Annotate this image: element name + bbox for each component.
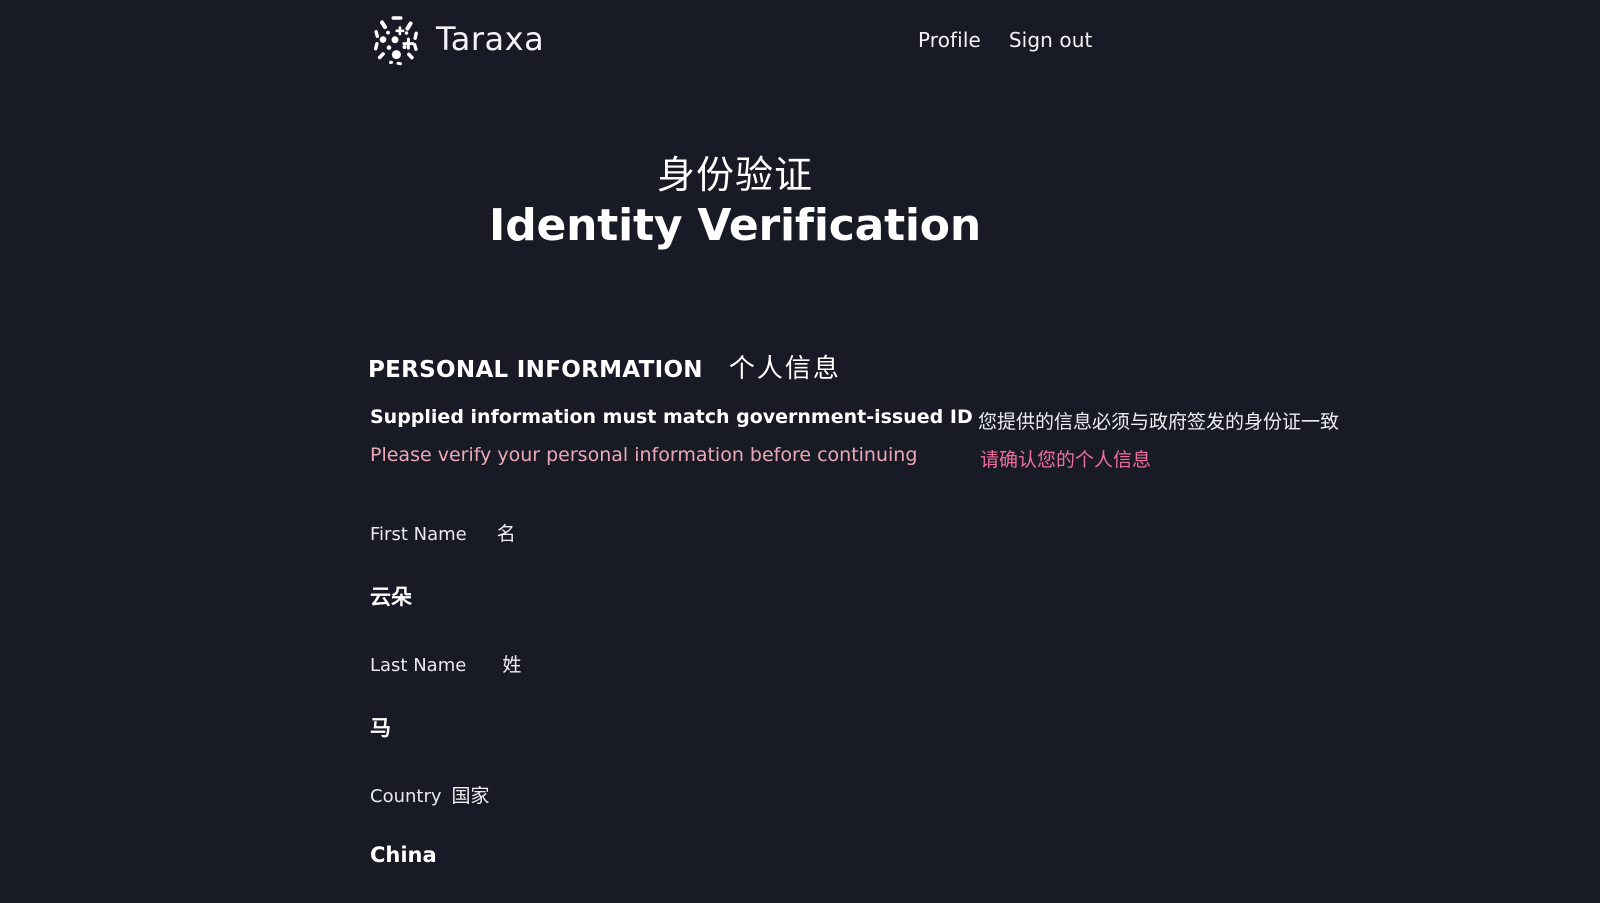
header-nav: Profile Sign out [918,28,1092,52]
field-first-name-label-cn: 名 [496,523,516,545]
page-title: 身份验证 Identity Verification [0,152,1470,252]
personal-information-section: PERSONAL INFORMATION 个人信息 Supplied infor… [368,348,1468,903]
nav-link-profile[interactable]: Profile [918,28,981,52]
brand-logo[interactable]: Taraxa [368,10,544,70]
field-last-name-label: Last Name 姓 [370,650,521,677]
nav-link-sign-out[interactable]: Sign out [1009,28,1093,52]
field-first-name-value[interactable]: 云朵 [370,581,412,611]
section-heading-en: PERSONAL INFORMATION [368,357,703,383]
field-last-name-label-en: Last Name [370,655,467,676]
field-country-label-en: Country [370,786,442,807]
field-last-name-value[interactable]: 马 [370,712,391,742]
field-last-name: Last Name 姓 马 [368,650,1468,781]
field-first-name-label-en: First Name [370,524,467,545]
field-first-name: First Name 名 云朵 [368,519,1468,650]
field-country: Country 国家 China [368,781,1468,903]
field-last-name-label-cn: 姓 [502,654,522,676]
field-country-label: Country 国家 [370,781,490,808]
field-country-value[interactable]: China [370,843,437,867]
section-heading-cn: 个人信息 [728,354,841,384]
fields-list: First Name 名 云朵 Last Name 姓 马 Country 国家… [368,519,1468,903]
field-first-name-label: First Name 名 [370,519,516,546]
brand-name: Taraxa [436,19,545,58]
notice-primary-cn: 您提供的信息必须与政府签发的身份证一致 [978,411,1340,433]
notice-block: Supplied information must match governme… [368,405,1468,481]
site-header: Taraxa Profile Sign out [0,0,1600,84]
notice-row-primary: Supplied information must match governme… [370,405,1470,443]
field-country-label-cn: 国家 [451,785,490,807]
notice-secondary-cn: 请确认您的个人信息 [980,449,1152,471]
section-heading: PERSONAL INFORMATION 个人信息 [368,348,1468,386]
page-root: Taraxa Profile Sign out 身份验证 Identity Ve… [0,0,1600,903]
notice-row-secondary: Please verify your personal information … [370,443,1470,481]
taraxa-sphere-icon [368,12,424,68]
page-title-cn: 身份验证 [656,153,813,197]
page-title-en: Identity Verification [489,200,981,252]
notice-primary-en: Supplied information must match governme… [370,406,973,428]
notice-secondary-en: Please verify your personal information … [370,444,918,466]
